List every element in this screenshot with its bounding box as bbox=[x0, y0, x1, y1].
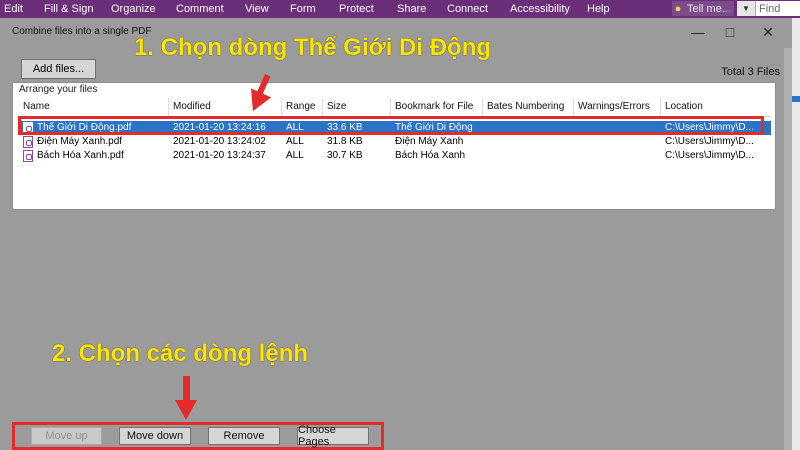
background-app-edge bbox=[792, 18, 800, 450]
annotation-step-2: 2. Chọn các dòng lệnh bbox=[52, 340, 309, 367]
lightbulb-icon: ● bbox=[674, 2, 682, 15]
column-header-bates[interactable]: Bates Numbering bbox=[483, 98, 574, 116]
remove-button[interactable]: Remove bbox=[208, 427, 280, 445]
arrow-head-step-2-icon bbox=[175, 400, 197, 420]
dialog-title: Combine files into a single PDF bbox=[12, 26, 152, 37]
pdf-file-icon bbox=[23, 136, 33, 148]
cell-bates bbox=[483, 149, 574, 163]
highlight-selected-row bbox=[18, 116, 764, 135]
chevron-down-icon[interactable]: ▼ bbox=[737, 1, 756, 16]
column-header-name[interactable]: Name bbox=[19, 98, 169, 116]
cell-warnings bbox=[574, 149, 661, 163]
find-input[interactable]: ▼ Find bbox=[737, 1, 800, 16]
menu-comment[interactable]: Comment bbox=[176, 3, 224, 15]
menu-fill-sign[interactable]: Fill & Sign bbox=[44, 3, 94, 15]
column-header-size[interactable]: Size bbox=[323, 98, 391, 116]
column-header-range[interactable]: Range bbox=[282, 98, 323, 116]
arrange-label: Arrange your files bbox=[19, 84, 98, 95]
menu-bar: Edit Fill & Sign Organize Comment View F… bbox=[0, 0, 800, 18]
arrange-files-panel: Arrange your files Name Modified Range S… bbox=[12, 82, 776, 210]
cell-range: ALL bbox=[286, 150, 304, 161]
cell-size: 31.8 KB bbox=[327, 136, 363, 147]
maximize-icon[interactable]: □ bbox=[716, 20, 744, 44]
cell-bookmark: Điện Máy Xanh bbox=[395, 136, 464, 147]
table-row[interactable]: Bách Hóa Xanh.pdf 2021-01-20 13:24:37 AL… bbox=[19, 149, 771, 163]
column-header-location[interactable]: Location bbox=[661, 98, 771, 116]
menu-share[interactable]: Share bbox=[397, 3, 426, 15]
menu-accessibility[interactable]: Accessibility bbox=[510, 3, 570, 15]
choose-pages-button[interactable]: Choose Pages bbox=[297, 424, 369, 448]
close-icon[interactable]: ✕ bbox=[754, 20, 782, 44]
app-edge-accent bbox=[792, 96, 800, 102]
cell-range: ALL bbox=[286, 136, 304, 147]
cell-bookmark: Bách Hóa Xanh bbox=[395, 150, 466, 161]
table-header: Name Modified Range Size Bookmark for Fi… bbox=[19, 98, 771, 117]
cell-modified: 2021-01-20 13:24:37 bbox=[173, 150, 266, 161]
cell-location: C:\Users\Jimmy\D... bbox=[665, 150, 754, 161]
pdf-file-icon bbox=[23, 150, 33, 162]
table-row[interactable]: Điện Máy Xanh.pdf 2021-01-20 13:24:02 AL… bbox=[19, 135, 771, 149]
cell-bates bbox=[483, 135, 574, 149]
add-files-button[interactable]: Add files... bbox=[21, 59, 96, 79]
move-up-button[interactable]: Move up bbox=[31, 427, 102, 445]
menu-edit[interactable]: Edit bbox=[4, 3, 23, 15]
menu-view[interactable]: View bbox=[245, 3, 269, 15]
arrow-step-2-icon bbox=[183, 376, 190, 402]
cell-warnings bbox=[574, 135, 661, 149]
column-header-bookmark[interactable]: Bookmark for File bbox=[391, 98, 483, 116]
cell-location: C:\Users\Jimmy\D... bbox=[665, 136, 754, 147]
tell-me-label: Tell me... bbox=[687, 2, 732, 15]
cell-size: 30.7 KB bbox=[327, 150, 363, 161]
cell-name: Bách Hóa Xanh.pdf bbox=[37, 150, 124, 161]
combine-files-dialog: Combine files into a single PDF — □ ✕ Ad… bbox=[0, 18, 792, 450]
menu-help[interactable]: Help bbox=[587, 3, 610, 15]
total-files-label: Total 3 Files bbox=[721, 66, 780, 78]
minimize-icon[interactable]: — bbox=[684, 20, 712, 44]
move-down-button[interactable]: Move down bbox=[119, 427, 191, 445]
column-header-warnings[interactable]: Warnings/Errors bbox=[574, 98, 661, 116]
menu-form[interactable]: Form bbox=[290, 3, 316, 15]
cell-modified: 2021-01-20 13:24:02 bbox=[173, 136, 266, 147]
vertical-scrollbar[interactable] bbox=[784, 48, 792, 450]
menu-connect[interactable]: Connect bbox=[447, 3, 488, 15]
menu-protect[interactable]: Protect bbox=[339, 3, 374, 15]
tell-me-box[interactable]: ● Tell me... bbox=[672, 1, 734, 16]
cell-name: Điện Máy Xanh.pdf bbox=[37, 136, 123, 147]
menu-organize[interactable]: Organize bbox=[111, 3, 156, 15]
files-table: Name Modified Range Size Bookmark for Fi… bbox=[19, 98, 771, 208]
find-placeholder: Find bbox=[759, 2, 781, 15]
annotation-step-1: 1. Chọn dòng Thế Giới Di Động bbox=[134, 34, 492, 61]
